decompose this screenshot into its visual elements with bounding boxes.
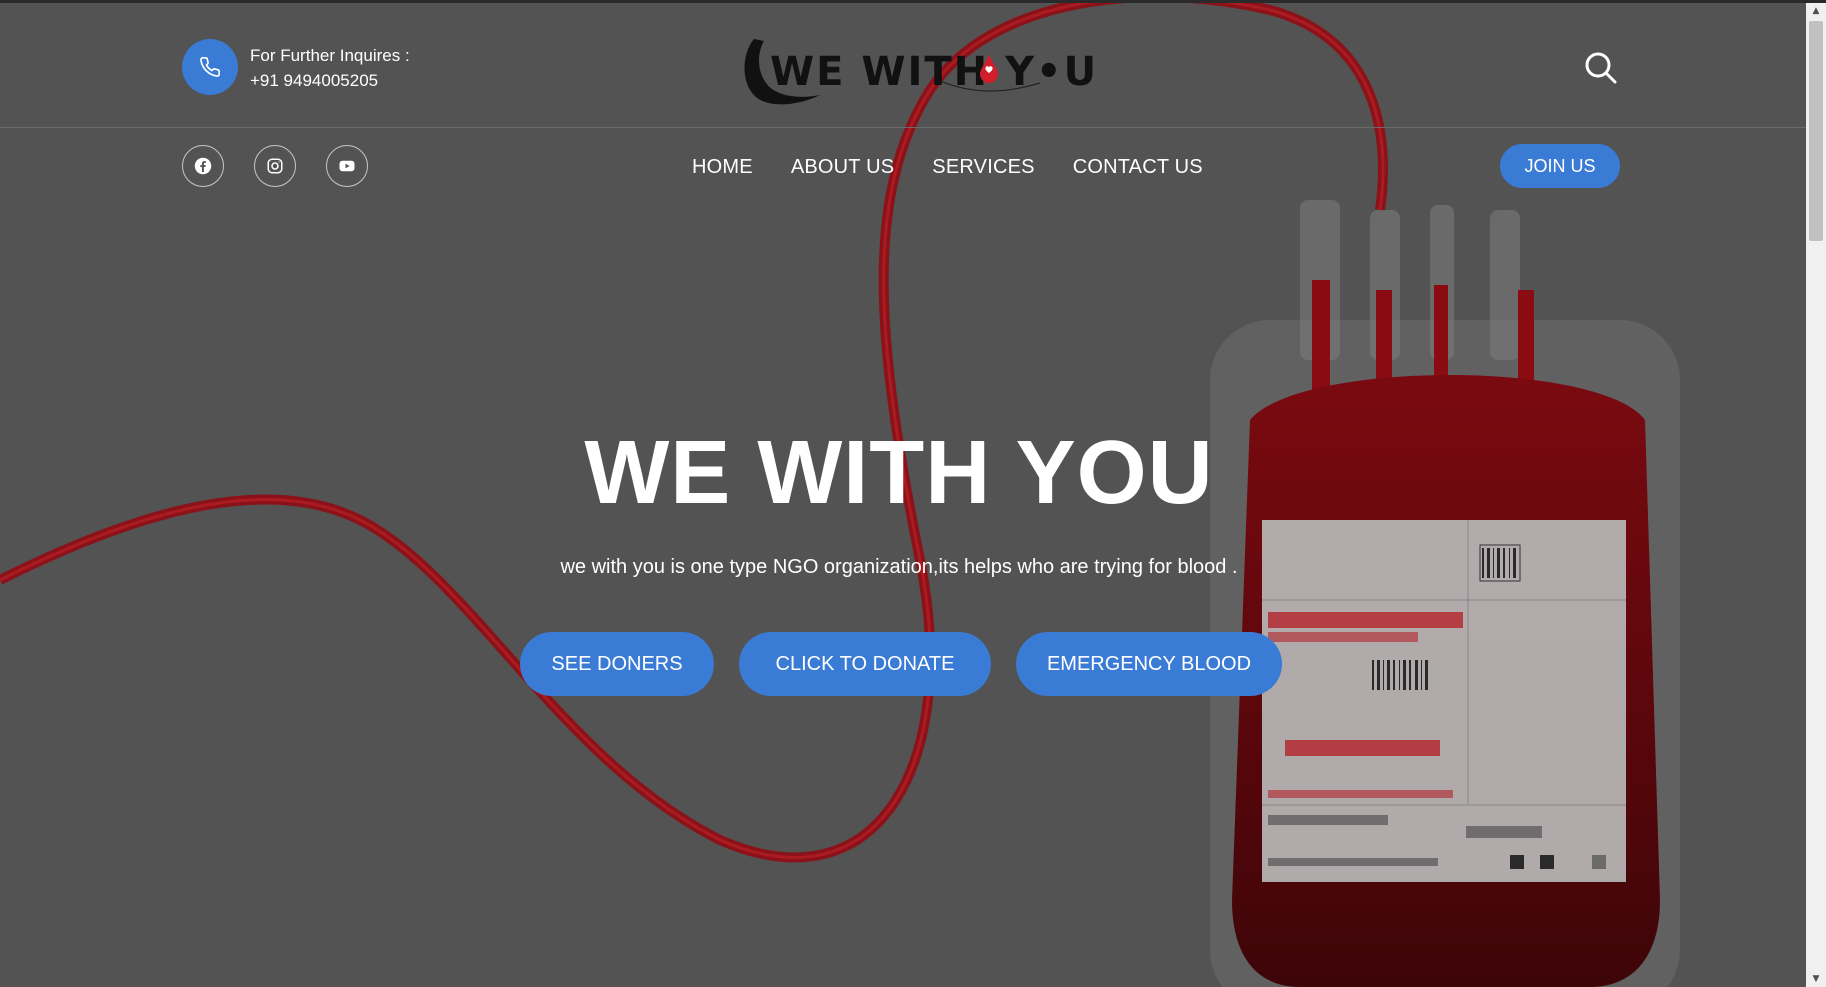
main-navigation: HOME ABOUT US SERVICES CONTACT US [692,154,1203,180]
facebook-icon [194,157,212,175]
site-logo[interactable]: WE WITH Y•U [740,33,1096,109]
youtube-icon [339,160,355,172]
scroll-down-arrow-icon[interactable]: ▼ [1806,971,1826,987]
header-top-bar: For Further Inquires : +91 9494005205 WE… [0,3,1806,128]
hero-title: WE WITH YOU [584,423,1214,523]
logo-text: WE WITH Y•U [770,49,1099,95]
nav-item-services[interactable]: SERVICES [932,154,1034,180]
see-doners-button[interactable]: SEE DONERS [520,632,714,696]
page: For Further Inquires : +91 9494005205 WE… [0,0,1826,987]
page-scrollbar[interactable]: ▲ ▼ [1806,3,1826,987]
join-us-button[interactable]: JOIN US [1500,144,1620,188]
instagram-link[interactable] [254,145,296,187]
blood-drop-icon [980,55,998,83]
scrollbar-thumb[interactable] [1809,21,1823,241]
nav-item-home[interactable]: HOME [692,154,753,180]
window-top-border [0,0,1826,3]
emergency-blood-button[interactable]: EMERGENCY BLOOD [1016,632,1282,696]
search-icon[interactable] [1584,51,1618,85]
facebook-link[interactable] [182,145,224,187]
instagram-icon [267,158,283,174]
nav-item-contact-us[interactable]: CONTACT US [1073,154,1203,180]
contact-label: For Further Inquires : [250,46,410,65]
scroll-up-arrow-icon[interactable]: ▲ [1806,3,1826,19]
hero-subtitle: we with you is one type NGO organization… [560,556,1238,578]
youtube-link[interactable] [326,145,368,187]
phone-icon [200,57,220,77]
phone-button[interactable] [182,39,238,95]
contact-phone-number[interactable]: +91 9494005205 [250,68,410,93]
nav-item-about-us[interactable]: ABOUT US [791,154,894,180]
click-to-donate-button[interactable]: CLICK TO DONATE [739,632,991,696]
contact-info: For Further Inquires : +91 9494005205 [250,43,410,93]
